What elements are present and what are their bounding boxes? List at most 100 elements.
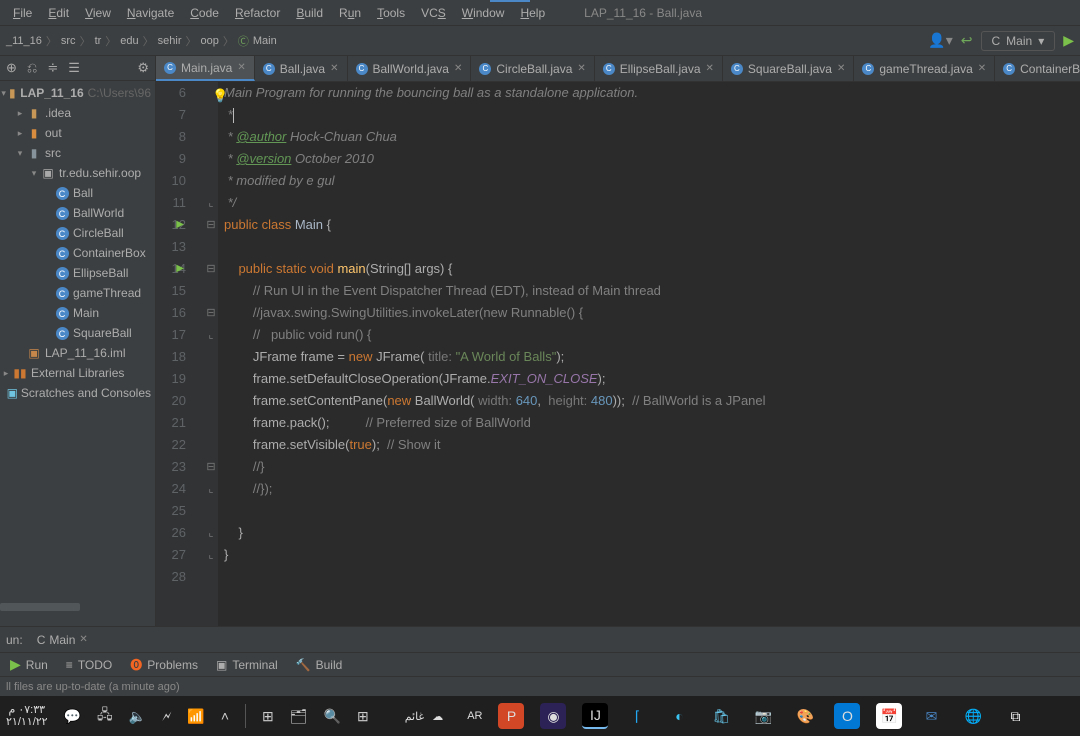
tool-terminal[interactable]: ▣Terminal: [216, 658, 278, 672]
code-with-me-icon[interactable]: 👤▾: [928, 32, 952, 49]
menu-vcs[interactable]: VCS: [414, 3, 453, 23]
tool-problems[interactable]: ⓿Problems: [130, 656, 198, 673]
tree-class-main[interactable]: CMain: [0, 303, 155, 323]
breadcrumb-item[interactable]: sehir: [158, 35, 182, 47]
breadcrumb-item[interactable]: tr: [95, 35, 102, 47]
close-icon[interactable]: ✕: [837, 63, 845, 74]
volume-icon[interactable]: 🔈: [129, 708, 146, 725]
tree-class-squareball[interactable]: CSquareBall: [0, 323, 155, 343]
editor-tab-gamethread[interactable]: CgameThread.java✕: [854, 56, 995, 81]
fold-strip[interactable]: ⌞ ⊟⊟⊟⌞⊟⌞⌞⌞: [204, 82, 218, 626]
menu-tools[interactable]: Tools: [370, 3, 412, 23]
tree-class-circleball[interactable]: CCircleBall: [0, 223, 155, 243]
editor-tab-ellipseball[interactable]: CEllipseBall.java✕: [595, 56, 723, 81]
menu-refactor[interactable]: Refactor: [228, 3, 287, 23]
app-mail-icon[interactable]: ✉: [918, 703, 944, 729]
app-outlook-icon[interactable]: O: [834, 703, 860, 729]
run-tab[interactable]: CMain✕: [31, 631, 94, 649]
breadcrumb[interactable]: _11_16 〉 src 〉 tr 〉 edu 〉 sehir 〉 oop 〉 …: [6, 33, 277, 49]
app-camera-icon[interactable]: 📷: [750, 703, 776, 729]
breadcrumb-current[interactable]: Main: [253, 35, 277, 47]
editor-tab-containerbox[interactable]: CContainerBox: [995, 56, 1080, 81]
menu-view[interactable]: View: [78, 3, 118, 23]
tree-folder-src[interactable]: ▾▮src: [0, 143, 155, 163]
select-opened-file-icon[interactable]: ⊕: [6, 60, 17, 76]
tree-scratches[interactable]: ▣Scratches and Consoles: [0, 383, 155, 403]
app-chrome-icon[interactable]: 🌐: [960, 703, 986, 729]
close-icon[interactable]: ✕: [237, 62, 245, 73]
tree-class-containerbox[interactable]: CContainerBox: [0, 243, 155, 263]
close-icon[interactable]: ✕: [454, 63, 462, 74]
tool-todo[interactable]: ≡TODO: [66, 658, 112, 672]
app-powerpoint-icon[interactable]: P: [498, 703, 524, 729]
taskbar-clock[interactable]: ٠٧:٣٣ م ٢١/١١/٢٢: [6, 704, 48, 728]
app-eclipse-icon[interactable]: ◉: [540, 703, 566, 729]
menu-code[interactable]: Code: [183, 3, 226, 23]
menu-run[interactable]: Run: [332, 3, 368, 23]
editor-tab-ball[interactable]: CBall.java✕: [255, 56, 348, 81]
menu-edit[interactable]: Edit: [41, 3, 76, 23]
tree-class-ballworld[interactable]: CBallWorld: [0, 203, 155, 223]
gear-icon[interactable]: ⚙: [137, 60, 149, 76]
intention-bulb-icon[interactable]: 💡: [212, 85, 228, 107]
tool-run[interactable]: ▶Run: [10, 656, 48, 673]
project-tree[interactable]: ▾▮LAP_11_16C:\Users\96 ▸▮.idea ▸▮out ▾▮s…: [0, 81, 155, 626]
run-gutter-icon[interactable]: ▶: [176, 214, 184, 236]
show-options-icon[interactable]: ☰: [68, 60, 80, 76]
menu-window[interactable]: Window: [455, 3, 512, 23]
notifications-icon[interactable]: 💬: [64, 708, 81, 725]
tree-iml[interactable]: ▣LAP_11_16.iml: [0, 343, 155, 363]
breadcrumb-project[interactable]: _11_16: [6, 35, 42, 47]
language-indicator[interactable]: AR: [467, 710, 482, 722]
breadcrumb-item[interactable]: src: [61, 35, 76, 47]
network-icon[interactable]: 🖧: [97, 704, 113, 728]
editor-tab-squareball[interactable]: CSquareBall.java✕: [723, 56, 854, 81]
tree-class-gamethread[interactable]: CgameThread: [0, 283, 155, 303]
tree-folder-out[interactable]: ▸▮out: [0, 123, 155, 143]
wifi-icon[interactable]: 📶: [187, 708, 204, 725]
code-editor[interactable]: 💡 67891011 12▶ 13 14▶ 151617181920212223…: [156, 82, 1080, 626]
tool-build[interactable]: 🔨Build: [296, 658, 343, 672]
breadcrumb-item[interactable]: oop: [201, 35, 219, 47]
menu-build[interactable]: Build: [289, 3, 330, 23]
horizontal-scrollbar[interactable]: [0, 603, 80, 611]
tree-folder-idea[interactable]: ▸▮.idea: [0, 103, 155, 123]
menu-help[interactable]: Help: [513, 3, 552, 23]
close-icon[interactable]: ✕: [330, 63, 338, 74]
taskbar-search-icon[interactable]: 🔍: [324, 708, 341, 725]
close-icon[interactable]: ✕: [79, 634, 87, 645]
tree-class-ellipseball[interactable]: CEllipseBall: [0, 263, 155, 283]
task-view-icon[interactable]: ⊞: [262, 708, 274, 725]
editor-tab-main[interactable]: CMain.java✕: [156, 56, 255, 81]
app-edge-icon[interactable]: ◐: [666, 703, 692, 729]
build-icon[interactable]: ↩: [961, 32, 973, 49]
code-content[interactable]: Main Program for running the bouncing ba…: [218, 82, 1080, 626]
tree-external-libraries[interactable]: ▸▮▮External Libraries: [0, 363, 155, 383]
tree-root[interactable]: ▾▮LAP_11_16C:\Users\96: [0, 83, 155, 103]
collapse-all-icon[interactable]: ≑: [47, 60, 58, 76]
run-configuration-selector[interactable]: C Main ▾: [981, 31, 1056, 51]
menu-navigate[interactable]: Navigate: [120, 3, 181, 23]
gutter[interactable]: 67891011 12▶ 13 14▶ 15161718192021222324…: [156, 82, 204, 626]
app-store-icon[interactable]: 🛍: [708, 703, 734, 729]
file-explorer-icon[interactable]: 🗂: [290, 708, 308, 725]
close-icon[interactable]: ✕: [978, 63, 986, 74]
app-dropbox-icon[interactable]: ⧉: [1002, 703, 1028, 729]
expand-all-icon[interactable]: ⎌: [27, 60, 37, 76]
editor-tab-circleball[interactable]: CCircleBall.java✕: [471, 56, 594, 81]
app-calendar-icon[interactable]: 📅: [876, 703, 902, 729]
tree-class-ball[interactable]: CBall: [0, 183, 155, 203]
editor-tab-ballworld[interactable]: CBallWorld.java✕: [348, 56, 472, 81]
start-icon[interactable]: ⊞: [357, 708, 369, 725]
run-gutter-icon[interactable]: ▶: [176, 258, 184, 280]
app-paint-icon[interactable]: 🎨: [792, 703, 818, 729]
app-intellij-icon[interactable]: IJ: [582, 703, 608, 729]
close-icon[interactable]: ✕: [706, 63, 714, 74]
close-icon[interactable]: ✕: [577, 63, 585, 74]
tray-expand-icon[interactable]: ˄: [221, 708, 229, 724]
battery-icon[interactable]: 🗲: [162, 708, 171, 725]
run-button[interactable]: ▶: [1063, 32, 1074, 49]
weather-text[interactable]: غائم: [405, 710, 425, 723]
app-vscode-icon[interactable]: ⌈: [624, 703, 650, 729]
tree-package[interactable]: ▾▣tr.edu.sehir.oop: [0, 163, 155, 183]
